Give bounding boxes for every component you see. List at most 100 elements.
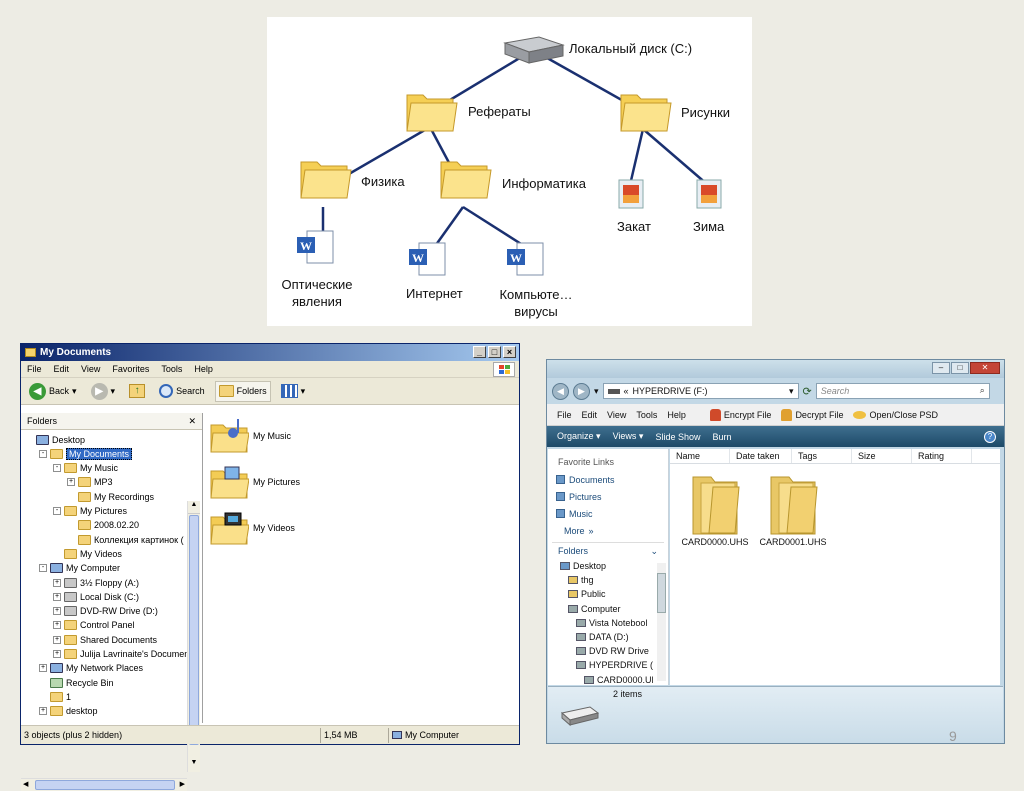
- tree-item[interactable]: Public: [548, 587, 653, 601]
- tree-item[interactable]: thg: [548, 573, 653, 587]
- tree-item[interactable]: + Control Panel: [53, 619, 135, 632]
- file-item[interactable]: CARD0001.UHS: [758, 473, 828, 547]
- maximize-button[interactable]: □: [951, 362, 969, 374]
- menu-tools[interactable]: Tools: [161, 364, 182, 374]
- tree-item[interactable]: Recycle Bin: [39, 676, 114, 689]
- menu-edit[interactable]: Edit: [582, 410, 598, 420]
- expand-icon[interactable]: +: [67, 478, 75, 487]
- recent-pages-icon[interactable]: ▾: [594, 386, 599, 397]
- content-item-my-videos[interactable]: My Videos: [209, 511, 295, 545]
- menu-view[interactable]: View: [81, 364, 100, 374]
- column-rating[interactable]: Rating: [912, 449, 972, 463]
- collapse-icon[interactable]: -: [39, 449, 47, 458]
- address-bar[interactable]: « HYPERDRIVE (F:) ▾: [602, 383, 799, 399]
- encrypt-file-button[interactable]: Encrypt File: [709, 408, 771, 421]
- tree-item[interactable]: Desktop: [548, 559, 653, 573]
- tree-item[interactable]: + DVD-RW Drive (D:): [53, 605, 158, 618]
- tree-item[interactable]: HYPERDRIVE (F: [548, 658, 653, 672]
- favorite-link-pictures[interactable]: Pictures: [548, 488, 668, 505]
- dropdown-arrow-icon[interactable]: ▾: [789, 386, 794, 397]
- tree-item[interactable]: My Recordings: [67, 490, 154, 503]
- tree-item[interactable]: + Local Disk (C:): [53, 590, 139, 603]
- collapse-icon[interactable]: -: [39, 564, 47, 573]
- tree-item[interactable]: Computer: [548, 602, 653, 616]
- tree-item[interactable]: Коллекция картинок (: [67, 533, 184, 546]
- tree-item[interactable]: +3½ Floppy (A:): [53, 576, 139, 589]
- search-button[interactable]: Search: [155, 381, 209, 402]
- horizontal-scrollbar[interactable]: ◀ ▶: [21, 778, 187, 791]
- menu-edit[interactable]: Edit: [54, 364, 70, 374]
- expand-icon[interactable]: +: [39, 664, 47, 673]
- maximize-button[interactable]: □: [488, 346, 501, 358]
- forward-button[interactable]: ▶ ▾: [87, 381, 120, 402]
- slide-show-button[interactable]: Slide Show: [655, 432, 700, 442]
- folders-button[interactable]: Folders: [214, 380, 271, 402]
- minimize-button[interactable]: _: [473, 346, 486, 358]
- folders-section-header[interactable]: Folders ⌄: [552, 542, 664, 559]
- expand-icon[interactable]: +: [53, 592, 61, 601]
- tree-item[interactable]: My Videos: [53, 547, 122, 560]
- column-size[interactable]: Size: [852, 449, 912, 463]
- tree-item[interactable]: DVD RW Drive: [548, 644, 653, 658]
- views-button[interactable]: ▾: [277, 381, 310, 402]
- back-button[interactable]: ◀ Back ▾: [25, 381, 81, 402]
- menu-help[interactable]: Help: [194, 364, 213, 374]
- tree-item[interactable]: Vista Notebool: [548, 616, 653, 630]
- organize-button[interactable]: Organize ▾: [557, 431, 601, 442]
- tree-item[interactable]: 1: [39, 690, 71, 703]
- tree-item[interactable]: DATA (D:): [548, 630, 653, 644]
- tree-item[interactable]: Desktop: [25, 433, 85, 446]
- more-link[interactable]: More»: [548, 522, 668, 539]
- expand-icon[interactable]: +: [53, 578, 61, 587]
- tree-item[interactable]: + Julija Lavrinaite's Document: [53, 648, 192, 661]
- vertical-scrollbar[interactable]: [657, 563, 666, 681]
- tree-item[interactable]: - My Computer: [39, 562, 120, 575]
- column-name[interactable]: Name: [670, 449, 730, 463]
- content-item-my-pictures[interactable]: My Pictures: [209, 465, 300, 499]
- expand-icon[interactable]: +: [53, 635, 61, 644]
- collapse-icon[interactable]: -: [53, 507, 61, 515]
- tree-item[interactable]: + MP3: [67, 476, 113, 489]
- scrollbar-thumb[interactable]: [35, 780, 175, 790]
- scrollbar-thumb[interactable]: [189, 515, 199, 745]
- tree-item[interactable]: + Shared Documents: [53, 633, 157, 646]
- expand-icon[interactable]: +: [53, 607, 61, 616]
- open-close-psd-button[interactable]: Open/Close PSD: [853, 410, 938, 420]
- forward-button[interactable]: ▶: [573, 382, 590, 400]
- tree-item[interactable]: - My Pictures: [53, 505, 127, 518]
- menu-help[interactable]: Help: [667, 410, 686, 420]
- expand-icon[interactable]: +: [53, 621, 61, 630]
- menu-tools[interactable]: Tools: [636, 410, 657, 420]
- expand-icon[interactable]: +: [53, 650, 61, 658]
- back-button[interactable]: ◀: [552, 382, 569, 400]
- decrypt-file-button[interactable]: Decrypt File: [781, 408, 843, 421]
- refresh-icon[interactable]: ⟳: [803, 385, 812, 398]
- close-pane-icon[interactable]: ✕: [188, 416, 196, 427]
- search-input[interactable]: Search ⌕: [815, 383, 990, 399]
- tree-item[interactable]: - My Documents: [39, 447, 133, 460]
- help-icon[interactable]: ?: [984, 430, 996, 443]
- column-tags[interactable]: Tags: [792, 449, 852, 463]
- collapse-icon[interactable]: -: [53, 464, 61, 473]
- minimize-button[interactable]: –: [932, 362, 950, 374]
- views-button[interactable]: Views ▾: [613, 431, 644, 442]
- close-button[interactable]: ✕: [970, 362, 1000, 374]
- close-button[interactable]: ×: [503, 346, 516, 358]
- file-item[interactable]: CARD0000.UHS: [680, 473, 750, 547]
- up-folder-button[interactable]: ↑: [125, 381, 149, 402]
- tree-item[interactable]: - My Music: [53, 462, 118, 475]
- burn-button[interactable]: Burn: [712, 432, 731, 442]
- tree-item[interactable]: CARD0000.UH: [548, 673, 653, 687]
- column-date-taken[interactable]: Date taken: [730, 449, 792, 463]
- expand-icon[interactable]: +: [39, 707, 47, 716]
- scrollbar-thumb[interactable]: [657, 573, 666, 613]
- content-item-my-music[interactable]: My Music: [209, 419, 291, 453]
- menu-file[interactable]: File: [27, 364, 42, 374]
- favorite-link-documents[interactable]: Documents: [548, 471, 668, 488]
- menu-view[interactable]: View: [607, 410, 626, 420]
- favorite-link-music[interactable]: Music: [548, 505, 668, 522]
- menu-favorites[interactable]: Favorites: [112, 364, 149, 374]
- search-icon[interactable]: ⌕: [980, 385, 985, 396]
- title-bar[interactable]: My Documents _ □ ×: [21, 344, 519, 361]
- tree-item[interactable]: + desktop: [39, 705, 98, 718]
